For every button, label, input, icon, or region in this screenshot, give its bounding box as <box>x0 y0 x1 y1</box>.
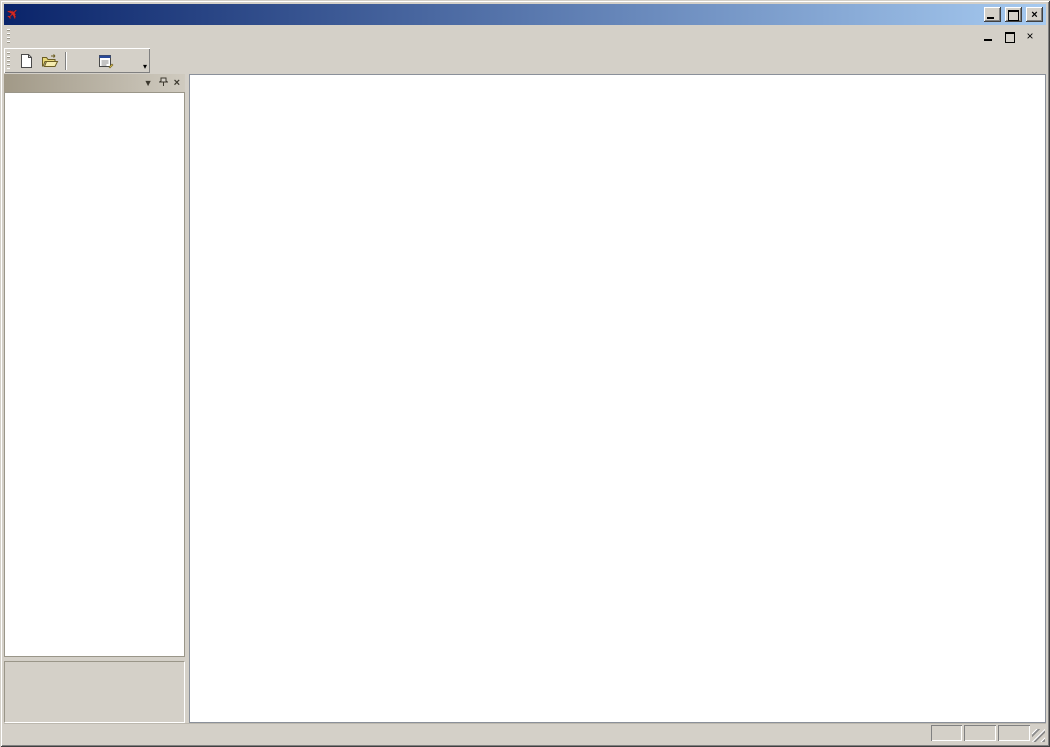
status-cell-1 <box>931 725 962 741</box>
resize-grip[interactable] <box>1032 729 1045 742</box>
help-button[interactable] <box>117 50 141 72</box>
maximize-button[interactable] <box>1005 7 1022 22</box>
properties-panel: ▼ × <box>4 74 185 723</box>
toolbar-chunk: ▾ <box>4 48 150 73</box>
panel-menu-chevron-icon[interactable]: ▼ <box>144 79 153 88</box>
close-button[interactable]: × <box>1026 7 1043 22</box>
toolbar-separator <box>65 52 66 70</box>
app-window: ✈ × × <box>0 0 1050 747</box>
toolbar-overflow-chevron[interactable]: ▾ <box>143 63 147 71</box>
status-bar <box>4 723 1046 743</box>
airplane-icon: ✈ <box>4 5 24 25</box>
mdi-minimize-button[interactable] <box>982 31 994 42</box>
properties-panel-header: ▼ × <box>4 74 185 92</box>
main-area: ▼ × <box>4 74 1046 723</box>
panel-pin-icon[interactable] <box>159 77 168 89</box>
property-description-box <box>4 661 185 723</box>
color-settings-button[interactable] <box>69 50 93 72</box>
status-cell-2 <box>998 725 1030 741</box>
toolbar-grip[interactable] <box>7 52 10 69</box>
mdi-close-button[interactable]: × <box>1024 31 1036 42</box>
mdi-window-controls: × <box>982 31 1046 42</box>
new-document-icon <box>18 53 34 69</box>
status-cell-num <box>964 725 996 741</box>
menubar-grip[interactable] <box>7 29 10 43</box>
mdi-restore-button[interactable] <box>1003 31 1015 42</box>
open-file-button[interactable] <box>38 50 62 72</box>
title-bar: ✈ × <box>4 4 1046 25</box>
toolbar: ▾ <box>4 47 1046 74</box>
panel-close-icon[interactable]: × <box>174 79 180 88</box>
minimize-button[interactable] <box>984 7 1001 22</box>
menu-bar: × <box>4 25 1046 47</box>
properties-form-icon <box>97 53 114 69</box>
properties-button[interactable] <box>93 50 117 72</box>
properties-grid <box>4 92 185 657</box>
spectrum-chart-area[interactable] <box>189 74 1046 723</box>
waterfall-plot-canvas[interactable] <box>190 75 1046 723</box>
open-folder-icon <box>41 53 59 69</box>
new-document-button[interactable] <box>14 50 38 72</box>
